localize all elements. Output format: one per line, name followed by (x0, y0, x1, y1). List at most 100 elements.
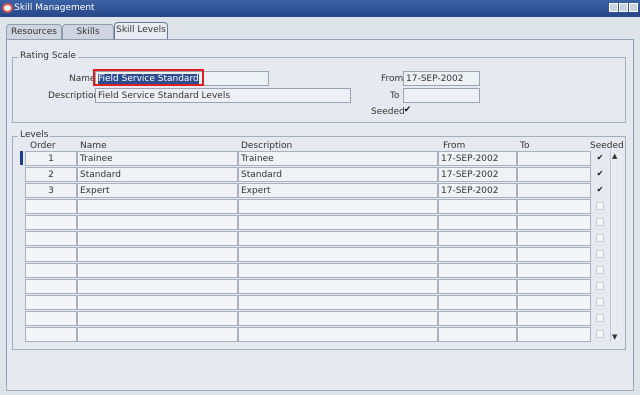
levels-cell-description[interactable] (238, 295, 438, 310)
from-label: From (381, 74, 404, 84)
levels-seeded-checkbox[interactable] (596, 266, 604, 274)
levels-cell-from[interactable] (438, 231, 517, 246)
levels-cell-description[interactable] (238, 263, 438, 278)
levels-cell-order[interactable]: 2 (25, 167, 77, 182)
levels-seeded-checkbox[interactable] (596, 202, 604, 210)
levels-cell-name[interactable] (77, 263, 238, 278)
levels-cell-description[interactable]: Expert (238, 183, 438, 198)
levels-cell-name[interactable] (77, 199, 238, 214)
levels-seeded-checkbox[interactable]: ✔ (596, 170, 604, 178)
levels-seeded-checkbox[interactable] (596, 234, 604, 242)
highlight-box (93, 69, 204, 86)
current-record-indicator (20, 151, 23, 165)
description-field[interactable]: Field Service Standard Levels (95, 88, 351, 103)
levels-cell-from[interactable] (438, 279, 517, 294)
window-title: Skill Management (14, 3, 95, 13)
levels-cell-description[interactable]: Standard (238, 167, 438, 182)
levels-cell-name[interactable]: Expert (77, 183, 238, 198)
levels-cell-from[interactable] (438, 247, 517, 262)
tab-skills[interactable]: Skills (62, 24, 114, 40)
levels-cell-from[interactable]: 17-SEP-2002 (438, 151, 517, 166)
levels-cell-order[interactable] (25, 327, 77, 342)
levels-cell-order[interactable] (25, 247, 77, 262)
levels-seeded-checkbox[interactable] (596, 314, 604, 322)
levels-seeded-checkbox[interactable]: ✔ (596, 154, 604, 162)
levels-cell-from[interactable] (438, 295, 517, 310)
levels-cell-name[interactable] (77, 295, 238, 310)
levels-cell-from[interactable] (438, 263, 517, 278)
levels-cell-from[interactable]: 17-SEP-2002 (438, 183, 517, 198)
to-date-field[interactable] (403, 88, 480, 103)
levels-cell-description[interactable]: Trainee (238, 151, 438, 166)
levels-cell-to[interactable] (517, 199, 591, 214)
levels-cell-from[interactable] (438, 215, 517, 230)
levels-cell-to[interactable] (517, 295, 591, 310)
levels-seeded-checkbox[interactable] (596, 330, 604, 338)
levels-cell-name[interactable]: Standard (77, 167, 238, 182)
levels-cell-to[interactable] (517, 215, 591, 230)
levels-cell-description[interactable] (238, 199, 438, 214)
levels-cell-order[interactable] (25, 199, 77, 214)
from-date-field[interactable]: 17-SEP-2002 (403, 71, 480, 86)
levels-cell-description[interactable] (238, 311, 438, 326)
levels-seeded-checkbox[interactable]: ✔ (596, 186, 604, 194)
scroll-down-arrow-icon[interactable]: ▼ (612, 333, 617, 341)
tab-resources[interactable]: Resources (6, 24, 62, 40)
levels-cell-description[interactable] (238, 215, 438, 230)
column-header-to: To (520, 141, 530, 151)
levels-cell-order[interactable] (25, 311, 77, 326)
levels-cell-order[interactable] (25, 231, 77, 246)
levels-cell-order[interactable] (25, 295, 77, 310)
levels-cell-from[interactable]: 17-SEP-2002 (438, 167, 517, 182)
scroll-up-arrow-icon[interactable]: ▲ (612, 152, 617, 160)
levels-seeded-checkbox[interactable] (596, 218, 604, 226)
to-label: To (390, 91, 400, 101)
levels-cell-to[interactable] (517, 151, 591, 166)
levels-cell-order[interactable]: 3 (25, 183, 77, 198)
levels-cell-order[interactable] (25, 263, 77, 278)
levels-cell-name[interactable] (77, 279, 238, 294)
levels-cell-name[interactable]: Trainee (77, 151, 238, 166)
levels-cell-to[interactable] (517, 167, 591, 182)
levels-cell-from[interactable] (438, 327, 517, 342)
levels-cell-order[interactable]: 1 (25, 151, 77, 166)
column-header-from: From (443, 141, 466, 151)
levels-cell-description[interactable] (238, 231, 438, 246)
levels-cell-to[interactable] (517, 279, 591, 294)
levels-cell-description[interactable] (238, 247, 438, 262)
levels-cell-description[interactable] (238, 279, 438, 294)
levels-cell-to[interactable] (517, 311, 591, 326)
description-label: Description (48, 91, 100, 101)
levels-cell-name[interactable] (77, 311, 238, 326)
levels-seeded-checkbox[interactable] (596, 298, 604, 306)
levels-cell-to[interactable] (517, 183, 591, 198)
levels-cell-order[interactable] (25, 215, 77, 230)
levels-cell-name[interactable] (77, 231, 238, 246)
levels-cell-to[interactable] (517, 327, 591, 342)
name-label: Name (69, 74, 96, 84)
app-icon (2, 3, 13, 13)
seeded-label: Seeded (371, 107, 405, 117)
levels-cell-to[interactable] (517, 247, 591, 262)
status-bar (6, 383, 634, 391)
levels-cell-description[interactable] (238, 327, 438, 342)
column-header-order: Order (30, 141, 56, 151)
levels-cell-name[interactable] (77, 247, 238, 262)
levels-seeded-checkbox[interactable] (596, 250, 604, 258)
maximize-icon[interactable] (619, 3, 628, 12)
levels-cell-from[interactable] (438, 311, 517, 326)
levels-scrollbar[interactable]: ▲ ▼ (610, 150, 621, 342)
levels-legend: Levels (18, 130, 51, 140)
seeded-checkbox[interactable]: ✔ (403, 106, 412, 115)
levels-cell-to[interactable] (517, 231, 591, 246)
levels-cell-to[interactable] (517, 263, 591, 278)
levels-seeded-checkbox[interactable] (596, 282, 604, 290)
levels-cell-from[interactable] (438, 199, 517, 214)
minimize-icon[interactable] (609, 3, 618, 12)
tab-skill-levels[interactable]: Skill Levels (114, 22, 168, 40)
levels-cell-name[interactable] (77, 215, 238, 230)
levels-cell-name[interactable] (77, 327, 238, 342)
levels-cell-order[interactable] (25, 279, 77, 294)
window-titlebar: Skill Management (0, 0, 640, 17)
close-icon[interactable] (629, 3, 638, 12)
